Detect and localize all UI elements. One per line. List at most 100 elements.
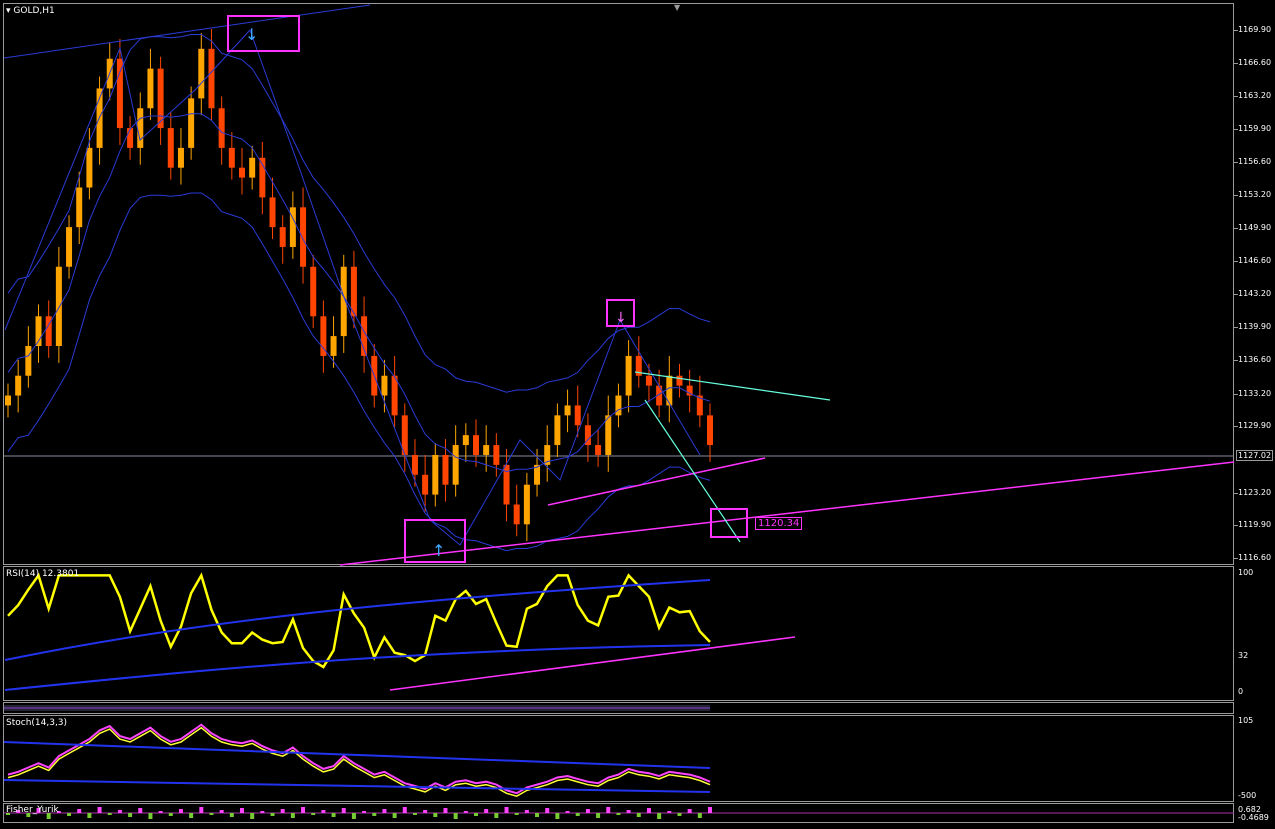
fisher-bar [148, 813, 153, 819]
price-tick-mark [1234, 62, 1238, 64]
candle-body [300, 207, 307, 267]
fisher-bar [667, 811, 672, 813]
candle-body [137, 108, 144, 148]
price-tick-label: 1129.90 [1238, 421, 1272, 431]
price-tick-label: 1169.90 [1238, 25, 1272, 34]
candle-body [15, 375, 22, 396]
fisher-bar [433, 813, 438, 817]
symbol-title: ▾ GOLD,H1 [6, 6, 55, 16]
candle-body [707, 415, 713, 446]
price-tick-label: 1163.20 [1238, 91, 1272, 101]
fisher-bar [290, 813, 295, 818]
stoch-tick-label: 105 [1238, 716, 1254, 725]
fisher-bar [453, 813, 458, 819]
top-marker-box [227, 15, 300, 52]
candle-body [76, 187, 83, 228]
candle-body [208, 48, 215, 109]
fisher-bar [240, 808, 244, 813]
down-arrow-icon: ↓ [245, 25, 258, 44]
fisher-bar [504, 807, 509, 813]
candle-body [625, 355, 632, 396]
fisher-bar [189, 813, 194, 818]
fisher-bar [677, 813, 682, 816]
fisher-bar [463, 811, 468, 813]
price-tick-mark [1234, 492, 1238, 494]
price-tick-mark [1234, 359, 1238, 361]
fisher-bar [97, 807, 102, 813]
candle-body [279, 227, 286, 247]
fisher-bar [67, 813, 72, 816]
candle-body [25, 346, 32, 376]
candle-body [167, 128, 174, 168]
fisher-bar [585, 809, 590, 813]
fisher-bar [626, 810, 631, 813]
fisher-bar [423, 810, 428, 813]
fisher-bar [514, 813, 519, 815]
fisher-bar [596, 813, 601, 818]
fisher-bar [392, 813, 397, 818]
candle-body [564, 405, 571, 416]
price-tick-mark [1234, 228, 1238, 230]
price-tick-label: 1159.90 [1238, 124, 1272, 134]
fisher-bar [87, 813, 92, 818]
price-tick-mark [1234, 327, 1238, 329]
candle-body [411, 454, 418, 475]
candle-body [86, 147, 93, 188]
dropdown-arrow-icon[interactable]: ▾ [6, 6, 11, 16]
price-tick-mark [1234, 294, 1238, 296]
fisher-bar [474, 813, 478, 816]
fisher-bar [484, 809, 489, 813]
upper-trend-line [3, 4, 371, 59]
candle-body [381, 375, 388, 396]
price-tick-label: 1133.20 [1238, 388, 1272, 398]
fisher-bar [687, 809, 692, 813]
price-tick-label: 1136.60 [1238, 354, 1272, 364]
candle-body [218, 108, 225, 148]
candle-body [310, 266, 317, 317]
chart-canvas: ↓ ↓ ↑ ▼ [3, 3, 1235, 819]
price-tick-mark [1234, 129, 1238, 131]
fisher-bar [535, 813, 540, 817]
fisher-bar [219, 810, 224, 813]
fisher-bar [199, 807, 204, 813]
candle-body [452, 445, 459, 485]
price-tick-mark [1234, 260, 1238, 262]
candle-body [391, 375, 398, 416]
price-tick-label: 1119.90 [1238, 520, 1272, 530]
fisher-bar [311, 813, 316, 815]
candle-body [473, 435, 479, 455]
price-tick-mark [1234, 195, 1238, 197]
fisher-bar [138, 808, 143, 813]
support-trendline [339, 461, 1235, 566]
candle-body [574, 405, 581, 426]
rsi-tick-label: 0 [1238, 687, 1244, 696]
candle-body [116, 58, 123, 129]
stoch-tick-label: -500 [1238, 791, 1257, 800]
price-tick-label: 1156.60 [1238, 156, 1272, 166]
candle-body [666, 375, 673, 406]
price-tick-label: 1149.90 [1238, 223, 1272, 233]
fisher-bar [351, 813, 356, 819]
fisher-bar [708, 807, 712, 813]
price-tick-mark [1234, 393, 1238, 395]
candle-body [554, 415, 561, 446]
fisher-bar [443, 808, 448, 813]
current-price-tag: 1127.02 [1236, 450, 1274, 461]
candle-body [198, 48, 205, 99]
fisher-bar [545, 808, 550, 813]
candle-body [127, 128, 134, 148]
fisher-bar [362, 811, 367, 813]
fisher-bar [117, 810, 122, 813]
wedge-upper-trendline [634, 371, 831, 401]
candle-body [55, 266, 62, 347]
fisher-bar [301, 807, 306, 813]
fisher-bar [321, 810, 326, 813]
fisher-bar [280, 809, 285, 813]
fisher-bar [77, 809, 82, 813]
fisher-bar [341, 808, 346, 813]
fisher-bar [412, 813, 417, 815]
fisher-bar [646, 808, 651, 813]
fisher-bar [697, 813, 702, 818]
fisher-bar [402, 807, 407, 813]
candle-body [228, 147, 235, 168]
